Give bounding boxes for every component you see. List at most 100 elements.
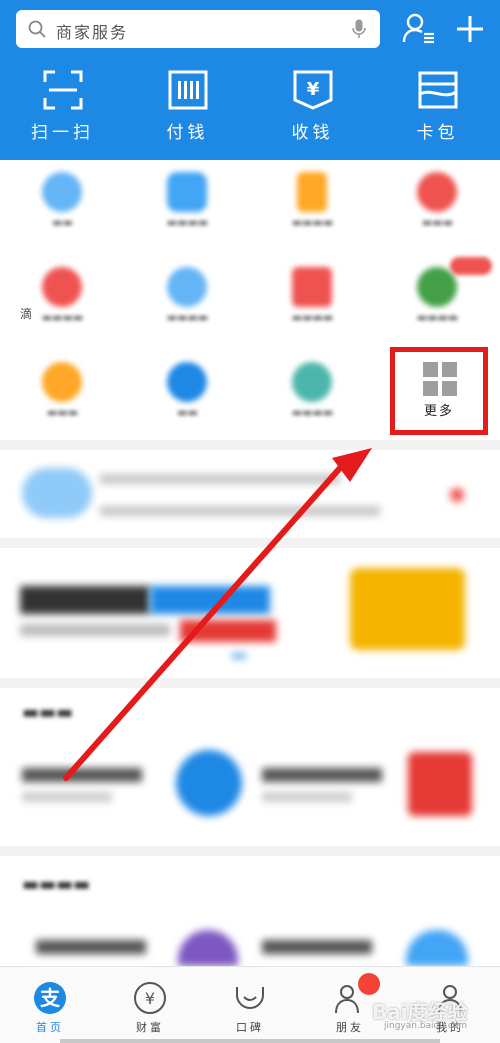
service-tile[interactable]: ▬▬▬▬ <box>375 255 500 345</box>
blurred-card-image <box>408 752 472 816</box>
section-divider <box>0 846 500 856</box>
blurred-card-image <box>178 930 238 966</box>
carousel-dot <box>232 654 246 658</box>
news-strip[interactable] <box>0 450 500 538</box>
blurred-card-text <box>262 940 372 954</box>
service-tile[interactable]: ▬▬▬▬ <box>250 350 375 440</box>
quick-pay-label: 付钱 <box>166 123 209 143</box>
blurred-card-image <box>406 930 468 966</box>
blurred-tag <box>180 620 276 642</box>
quick-scan-label: 扫一扫 <box>31 123 94 143</box>
service-tile[interactable]: ▬▬▬ <box>0 350 125 440</box>
service-tile[interactable]: ▬▬ <box>125 350 250 440</box>
service-tile[interactable]: ▬▬ <box>0 160 125 250</box>
service-icon <box>297 172 327 212</box>
quick-scan-button[interactable]: 扫一扫 <box>0 70 125 150</box>
blurred-label: ▬▬▬▬ <box>166 216 209 229</box>
microphone-icon[interactable] <box>352 19 366 39</box>
wealth-yuan-icon: ¥ <box>134 982 166 1014</box>
blurred-label: ▬▬▬▬ <box>166 311 209 324</box>
section-divider <box>0 440 500 450</box>
service-icon <box>292 267 332 307</box>
service-icon <box>167 362 207 402</box>
grid-apps-icon <box>423 362 457 396</box>
more-services-button[interactable]: 更多 <box>390 347 488 435</box>
promo-banner[interactable] <box>0 548 500 678</box>
service-tile[interactable]: ▬▬▬▬ <box>250 160 375 250</box>
svg-text:¥: ¥ <box>306 79 319 100</box>
blurred-title-accent <box>150 586 270 614</box>
contacts-icon[interactable] <box>402 12 436 44</box>
blurred-card-image <box>176 750 242 816</box>
blurred-label: ▬▬▬▬ <box>291 406 334 419</box>
quick-receive-label: 收钱 <box>291 123 334 143</box>
section-title-blurred: ▬▬▬ <box>22 702 74 723</box>
service-icon <box>292 362 332 402</box>
baidu-watermark-url: jingyan.baidu.com <box>384 1021 468 1031</box>
service-tile[interactable]: ▬▬▬ <box>375 160 500 250</box>
tab-koubei[interactable]: 口碑 <box>200 967 300 1043</box>
blurred-line <box>100 474 340 484</box>
section-divider <box>0 678 500 688</box>
quick-pay-button[interactable]: 付钱 <box>125 70 250 150</box>
service-tile[interactable]: ▬▬▬▬ <box>125 255 250 345</box>
tab-home-label: 首页 <box>36 1021 64 1034</box>
blurred-label: ▬▬▬ <box>421 216 454 229</box>
notification-badge <box>358 973 380 995</box>
add-plus-icon[interactable] <box>455 14 485 44</box>
card-wallet-icon <box>418 71 457 109</box>
home-indicator <box>60 1039 440 1043</box>
service-icon <box>42 267 82 307</box>
blurred-label: ▬▬▬▬ <box>416 311 459 324</box>
koubei-smile-icon <box>236 987 264 1009</box>
blurred-label: ▬▬ <box>52 216 73 229</box>
blurred-label: ▬▬ <box>177 406 198 419</box>
quick-receive-button[interactable]: ¥ 收钱 <box>250 70 375 150</box>
tab-wealth-label: 财富 <box>136 1021 164 1034</box>
scan-icon <box>43 70 82 110</box>
search-icon <box>28 20 46 38</box>
blurred-label: ▬▬▬▬ <box>41 311 84 324</box>
receive-money-icon: ¥ <box>293 70 332 110</box>
service-icon <box>417 267 457 307</box>
blurred-card-text <box>36 940 146 954</box>
section-divider <box>0 538 500 548</box>
quick-card-label: 卡包 <box>416 123 459 143</box>
blurred-line <box>20 624 170 636</box>
blurred-line <box>100 506 380 516</box>
more-services-label: 更多 <box>423 404 454 419</box>
alipay-home-icon: 支 <box>34 982 66 1014</box>
service-icon <box>42 172 82 212</box>
search-bar[interactable]: 商家服务 <box>16 10 380 48</box>
banner-illustration <box>350 568 465 650</box>
service-icon <box>417 172 457 212</box>
red-dot-badge <box>450 488 464 502</box>
svg-text:支: 支 <box>40 986 61 1010</box>
edge-label-char: 滴 <box>20 307 33 321</box>
tab-home[interactable]: 支 首页 <box>0 967 100 1043</box>
blurred-card-text <box>22 792 112 802</box>
news-illustration <box>22 468 92 518</box>
blurred-label: ▬▬▬ <box>46 406 79 419</box>
service-icon <box>42 362 82 402</box>
service-icon <box>167 172 207 212</box>
service-tile[interactable]: ▬▬▬▬ <box>125 160 250 250</box>
blurred-title <box>20 586 150 614</box>
tab-wealth[interactable]: ¥ 财富 <box>100 967 200 1043</box>
top-header: 商家服务 扫一扫 付钱 ¥ 收钱 卡包 <box>0 0 500 160</box>
blurred-card-text <box>22 768 142 782</box>
blurred-card-text <box>262 792 352 802</box>
pay-barcode-icon <box>168 70 207 110</box>
service-tile[interactable]: ▬▬▬▬ <box>0 255 125 345</box>
new-badge <box>450 257 492 275</box>
blurred-card-text <box>262 768 382 782</box>
blurred-label: ▬▬▬▬ <box>291 311 334 324</box>
service-tile[interactable]: ▬▬▬▬ <box>250 255 375 345</box>
svg-text:¥: ¥ <box>145 989 155 1008</box>
section-title-blurred: ▬▬▬▬ <box>22 874 91 895</box>
tab-koubei-label: 口碑 <box>236 1021 264 1034</box>
search-placeholder: 商家服务 <box>56 23 129 42</box>
blurred-label: ▬▬▬▬ <box>291 216 334 229</box>
service-icon <box>167 267 207 307</box>
quick-card-button[interactable]: 卡包 <box>375 70 500 150</box>
